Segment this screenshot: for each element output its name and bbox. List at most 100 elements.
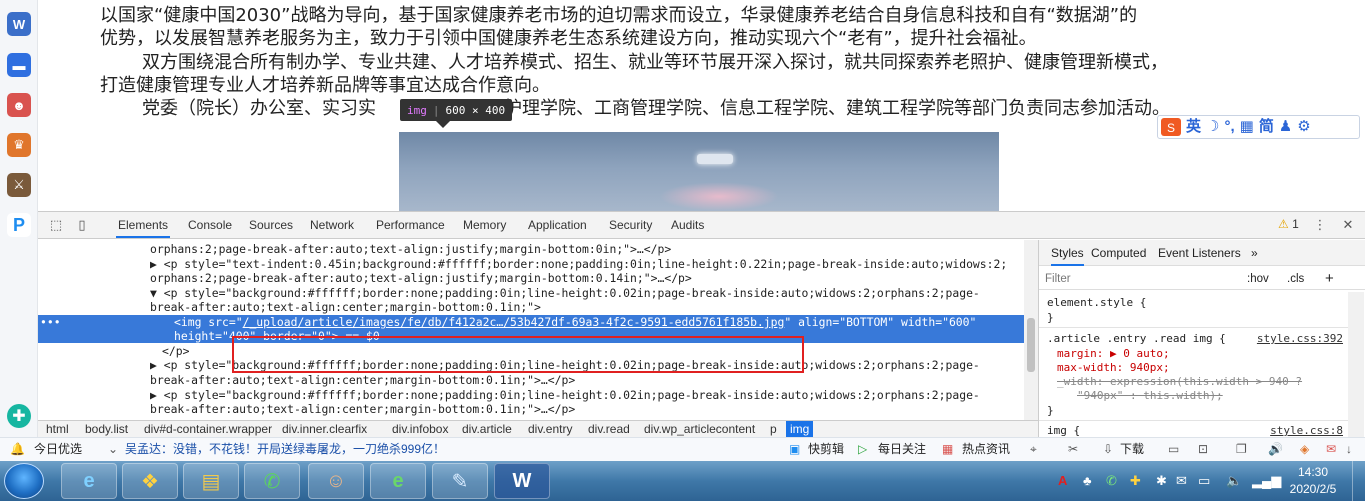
crumb-p[interactable]: p	[766, 421, 781, 438]
word-taskbar-icon[interactable]: W	[494, 463, 550, 499]
dom-scrollbar[interactable]	[1024, 240, 1038, 420]
tab-styles[interactable]: Styles	[1051, 240, 1084, 266]
dom-line[interactable]: ▼ <p style="background:#ffffff;border:no…	[38, 286, 1024, 300]
crumb-entry[interactable]: div.entry	[524, 421, 576, 438]
cut-icon[interactable]: ✂	[1068, 438, 1078, 461]
dom-line[interactable]: orphans:2;page-break-after:auto;text-ali…	[38, 271, 1024, 285]
download-icon[interactable]: ⇩	[1103, 438, 1113, 461]
tab-audits[interactable]: Audits	[669, 212, 706, 238]
news-headline[interactable]: 吴孟达：没错，不花钱！开局送绿毒屠龙，一刀绝杀999亿！	[125, 438, 445, 461]
rule2-selector[interactable]: img {	[1047, 424, 1080, 438]
window-icon[interactable]: ▭	[1168, 438, 1179, 461]
p-app-icon[interactable]: P	[7, 213, 31, 237]
tab-memory[interactable]: Memory	[461, 212, 508, 238]
chat-tray-icon[interactable]: ✉	[1176, 461, 1187, 501]
keyboard-icon[interactable]: ▦	[1240, 117, 1254, 137]
bluetooth-tray-icon[interactable]: ✱	[1156, 461, 1167, 501]
browser-app-icon[interactable]: ◈	[1300, 438, 1309, 461]
volume-tray-icon[interactable]: 🔈	[1226, 461, 1242, 501]
daily-follow-label[interactable]: 每日关注	[878, 438, 926, 461]
hot-news-label[interactable]: 热点资讯	[962, 438, 1010, 461]
ime-simplified-toggle[interactable]: 简	[1259, 117, 1274, 137]
tab-security[interactable]: Security	[607, 212, 654, 238]
dom-scrollbar-thumb[interactable]	[1027, 318, 1035, 372]
styles-filter-input[interactable]: Filter	[1045, 273, 1071, 285]
download-label[interactable]: 下载	[1120, 438, 1144, 461]
wechat-tray-icon[interactable]: ✆	[1106, 461, 1117, 501]
more-options-icon[interactable]: ⋮	[1312, 217, 1328, 233]
warning-counter[interactable]: ⚠ 1	[1278, 217, 1299, 231]
browser360-taskbar-icon[interactable]: e	[370, 463, 426, 499]
notepad-taskbar-icon[interactable]: ✎	[432, 463, 488, 499]
chevron-down-icon[interactable]: ⌄	[108, 438, 118, 461]
dom-line[interactable]: ▶ <p style="background:#ffffff;border:no…	[38, 388, 1024, 402]
max-width-property[interactable]: max-width: 940px;	[1057, 361, 1170, 375]
margin-property[interactable]: margin: ▶ 0 auto;	[1057, 347, 1170, 361]
person-taskbar-icon[interactable]: ☺	[308, 463, 364, 499]
rule-source-link[interactable]: style.css:392	[1257, 332, 1343, 345]
ie-taskbar-icon[interactable]: e	[61, 463, 117, 499]
sogou-logo-icon[interactable]: S	[1161, 118, 1181, 136]
qq-tray-icon[interactable]: ♣	[1083, 461, 1092, 501]
start-button[interactable]	[4, 463, 44, 499]
tab-computed[interactable]: Computed	[1091, 240, 1146, 266]
punctuation-icon[interactable]: °,	[1224, 117, 1234, 137]
crumb-read[interactable]: div.read	[584, 421, 634, 438]
speaker-icon[interactable]: 🔊	[1268, 438, 1283, 461]
hov-toggle[interactable]: :hov	[1247, 273, 1269, 285]
src-link[interactable]: /_upload/article/images/fe/db/f412a2c…/5…	[243, 315, 785, 329]
cls-toggle[interactable]: .cls	[1287, 273, 1304, 285]
dom-line[interactable]: ▶ <p style="text-indent:0.45in;backgroun…	[38, 257, 1024, 271]
network-tray-icon[interactable]: ▂▄▆	[1252, 461, 1281, 501]
tab-performance[interactable]: Performance	[374, 212, 447, 238]
game2-app-icon[interactable]: ♛	[7, 133, 31, 157]
crumb-container[interactable]: div#d-container.wrapper	[140, 421, 276, 438]
crumb-article[interactable]: div.article	[458, 421, 516, 438]
today-picks-label[interactable]: 今日优选	[34, 438, 82, 461]
feishu-app-icon[interactable]: ▬	[7, 53, 31, 77]
restore-icon[interactable]: ❐	[1236, 438, 1247, 461]
system-clock[interactable]: 14:30 2020/2/5	[1280, 464, 1346, 498]
qq2-tray-icon[interactable]: ✚	[1130, 461, 1141, 501]
bell-icon[interactable]: 🔔	[10, 438, 25, 461]
rule2-source-link[interactable]: style.css:8	[1270, 424, 1343, 437]
crumb-body[interactable]: body.list	[81, 421, 132, 438]
moon-icon[interactable]: ☽	[1206, 117, 1219, 137]
kuaijian-label[interactable]: 快剪辑	[808, 438, 844, 461]
arrow-down-icon[interactable]: ↓	[1346, 438, 1352, 461]
crumb-infobox[interactable]: div.infobox	[388, 421, 452, 438]
explorer-taskbar-icon[interactable]: ▤	[183, 463, 239, 499]
crumb-wp-articlecontent[interactable]: div.wp_articlecontent	[640, 421, 759, 438]
tab-console[interactable]: Console	[186, 212, 234, 238]
more-tabs-icon[interactable]: »	[1251, 240, 1258, 266]
crumb-img[interactable]: img	[786, 421, 814, 438]
add-app-icon[interactable]: ✚	[7, 404, 31, 428]
game3-app-icon[interactable]: ⚔	[7, 173, 31, 197]
width-expression-property[interactable]: _width: expression(this.width > 940 ?	[1057, 375, 1302, 389]
rule-selector[interactable]: .article .entry .read img {	[1047, 332, 1226, 346]
article-image[interactable]	[399, 132, 999, 211]
tab-elements[interactable]: Elements	[116, 212, 171, 238]
word-app-icon[interactable]: W	[7, 12, 31, 36]
monitor-tray-icon[interactable]: ▭	[1198, 461, 1210, 501]
tab-network[interactable]: Network	[308, 212, 356, 238]
skin-icon[interactable]: ♟	[1279, 117, 1292, 137]
zoom-icon[interactable]: ⊡	[1198, 438, 1208, 461]
styles-scrollbar[interactable]	[1348, 292, 1364, 438]
tab-sources[interactable]: Sources	[247, 212, 295, 238]
dom-line[interactable]: orphans:2;page-break-after:auto;text-ali…	[38, 242, 1024, 256]
dom-line[interactable]: break-after:auto;text-align:center;margi…	[38, 373, 1024, 387]
show-desktop-button[interactable]	[1352, 461, 1365, 501]
daily-follow-icon[interactable]: ▷	[858, 438, 867, 461]
pin-icon[interactable]: ⌖	[1030, 438, 1037, 461]
ime-language-toggle[interactable]: 英	[1186, 117, 1201, 137]
wechat-taskbar-icon[interactable]: ✆	[244, 463, 300, 499]
element-style-selector[interactable]: element.style {	[1047, 296, 1146, 310]
inspect-element-icon[interactable]: ⬚	[48, 217, 64, 233]
dom-line[interactable]: break-after:auto;text-align:center;margi…	[38, 402, 1024, 416]
crumb-inner[interactable]: div.inner.clearfix	[278, 421, 371, 438]
close-devtools-icon[interactable]: ✕	[1340, 217, 1356, 233]
tab-application[interactable]: Application	[526, 212, 589, 238]
hot-news-icon[interactable]: ▦	[942, 438, 953, 461]
apps-taskbar-icon[interactable]: ❖	[122, 463, 178, 499]
